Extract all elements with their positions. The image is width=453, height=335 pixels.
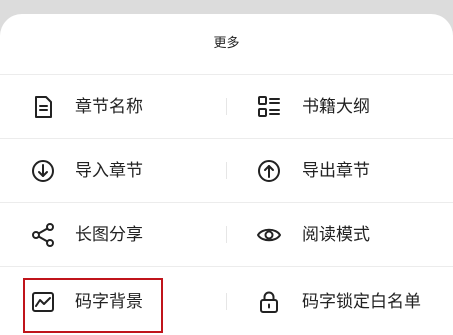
menu-item-label: 码字锁定白名单 (302, 291, 421, 312)
divider (226, 98, 227, 115)
divider (226, 162, 227, 179)
menu-item-reading-mode[interactable]: 阅读模式 (256, 203, 446, 266)
menu-item-label: 码字背景 (75, 291, 143, 312)
menu-item-label: 章节名称 (75, 96, 143, 117)
menu-item-book-outline[interactable]: 书籍大纲 (256, 75, 446, 138)
menu-row: 导入章节 导出章节 (0, 138, 453, 202)
menu-item-long-image-share[interactable]: 长图分享 (30, 203, 220, 266)
export-icon (256, 158, 282, 184)
divider (226, 226, 227, 243)
menu-item-export-chapter[interactable]: 导出章节 (256, 139, 446, 202)
sheet-title: 更多 (213, 36, 240, 51)
menu-item-label: 长图分享 (75, 224, 143, 245)
menu-row: 长图分享 阅读模式 (0, 202, 453, 266)
menu-item-import-chapter[interactable]: 导入章节 (30, 139, 220, 202)
eye-icon (256, 222, 282, 248)
menu-item-label: 导出章节 (302, 160, 370, 181)
share-icon (30, 222, 56, 248)
import-icon (30, 158, 56, 184)
menu-row: 章节名称 书籍大纲 (0, 74, 453, 138)
lock-icon (256, 289, 282, 315)
menu-item-label: 导入章节 (75, 160, 143, 181)
menu-item-label: 书籍大纲 (302, 96, 370, 117)
background-image-icon (30, 289, 56, 315)
divider (226, 293, 227, 310)
menu-item-label: 阅读模式 (302, 224, 370, 245)
outline-icon (256, 94, 282, 120)
more-menu-sheet: 更多 章节名称 书籍大纲 导入章节 导出章节 长图分享 阅读模式 码字背景 码字… (0, 14, 453, 335)
menu-item-chapter-name[interactable]: 章节名称 (30, 75, 220, 138)
menu-row: 码字背景 码字锁定白名单 (0, 266, 453, 335)
document-icon (30, 94, 56, 120)
menu-item-typing-background[interactable]: 码字背景 (30, 267, 220, 335)
menu-item-typing-lock-whitelist[interactable]: 码字锁定白名单 (256, 267, 446, 335)
